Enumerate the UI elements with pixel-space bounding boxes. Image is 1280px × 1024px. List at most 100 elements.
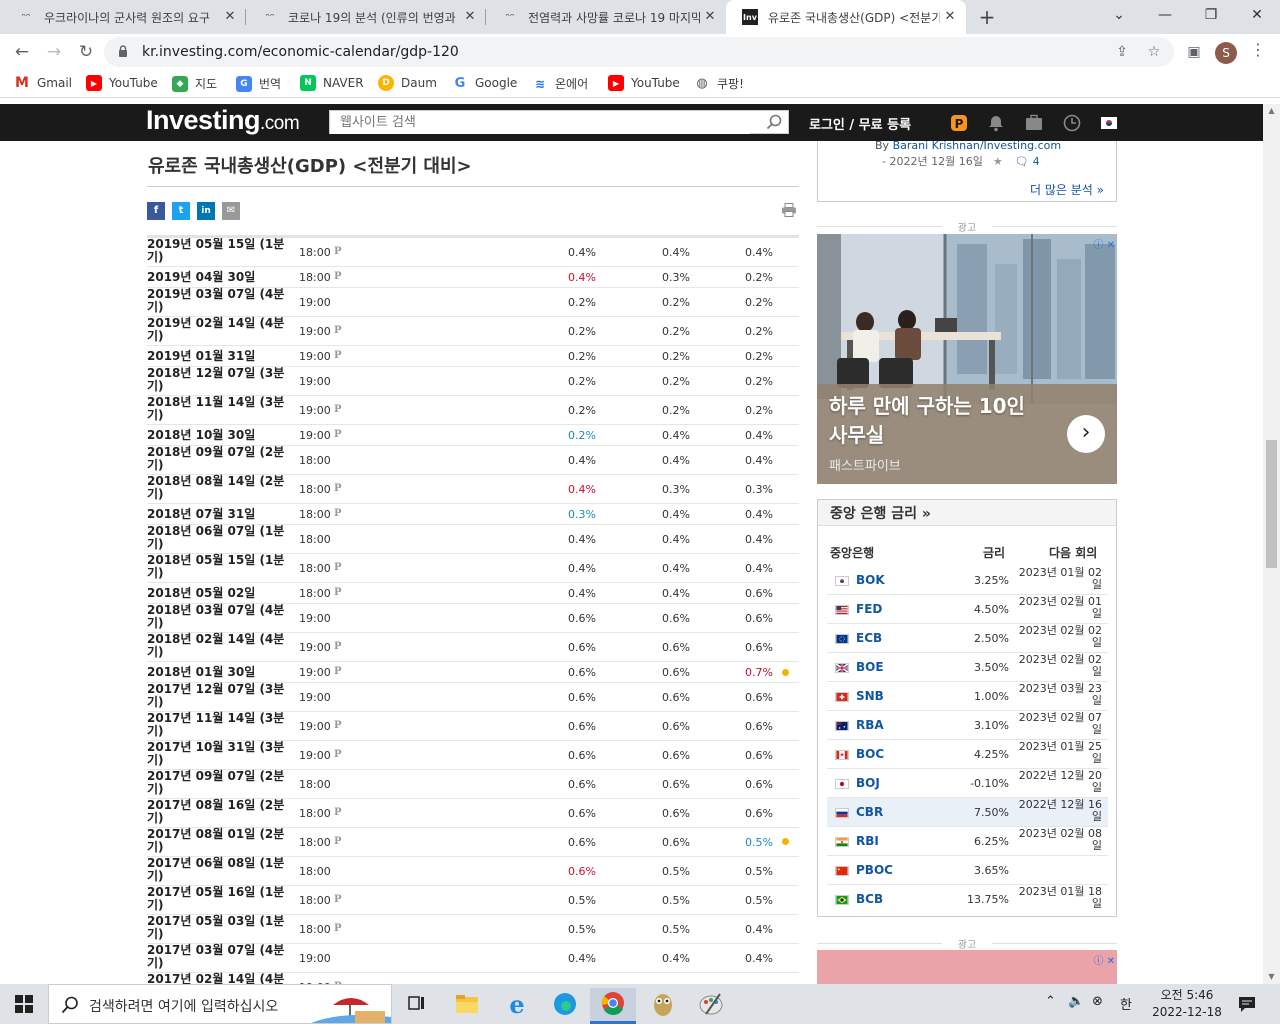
file-explorer-icon[interactable] [444,988,490,1024]
share-icon[interactable]: ⇪ [1112,42,1132,62]
twitter-share-button[interactable]: t [172,202,190,220]
adchoices-info-icon[interactable]: ⓘ ✕ [1087,236,1115,251]
bookmark-google[interactable]: G Google [452,75,518,91]
forward-arrow-icon[interactable]: → [42,40,66,64]
bookmark-gmail[interactable]: M Gmail [14,75,72,91]
central-bank-row[interactable]: SNB 1.00% 2023년 03월 23일 [827,682,1108,711]
central-bank-title[interactable]: 중앙 은행 금리 » [818,500,1116,526]
print-icon[interactable] [781,203,797,217]
scrollbar-thumb[interactable] [1266,440,1277,568]
facebook-share-button[interactable]: f [147,202,165,220]
taskbar-clock[interactable]: 오전 5:46 2022-12-18 [1150,987,1224,1021]
central-bank-name[interactable]: FED [856,602,882,616]
portfolio-briefcase-icon[interactable] [1025,114,1043,132]
login-register-link[interactable]: 로그인 / 무료 등록 [809,114,911,133]
pro-icon[interactable]: P [950,114,968,132]
central-bank-name[interactable]: ECB [856,631,882,645]
central-bank-name[interactable]: BOJ [856,776,880,790]
taskbar-search-box[interactable]: 검색하려면 여기에 입력하십시오 [48,984,392,1024]
ime-indicator[interactable]: 한 [1120,994,1132,1013]
central-bank-row[interactable]: BOC 4.25% 2023년 01월 25일 [827,740,1108,769]
edge-icon[interactable] [542,988,588,1024]
tab-search-chevron-icon[interactable]: ⌄ [1096,0,1142,34]
revision-dot-icon[interactable] [782,669,789,676]
bookmark-onair[interactable]: ≋ 온에어 [532,75,588,92]
new-tab-button[interactable]: + [976,7,998,29]
profile-avatar[interactable]: S [1215,42,1237,64]
task-view-icon[interactable] [394,988,440,1024]
page-scrollbar[interactable]: ▲ ▼ [1263,104,1280,984]
bookmark-daum[interactable]: D Daum [378,75,437,91]
bookmark-maps[interactable]: ◆ 지도 [172,75,217,92]
central-bank-name[interactable]: PBOC [856,863,893,877]
scroll-down-arrow-icon[interactable]: ▼ [1263,970,1280,984]
korea-flag-icon[interactable] [1100,114,1118,132]
scroll-up-arrow-icon[interactable]: ▲ [1263,104,1280,118]
reload-icon[interactable]: ↻ [74,40,98,64]
search-icon[interactable] [766,114,782,130]
star-icon[interactable]: ★ [993,155,1003,168]
comment-count[interactable]: 4 [1033,155,1040,168]
address-bar[interactable]: kr.investing.com/economic-calendar/gdp-1… [104,37,1174,67]
volume-icon[interactable]: 🔈 [1068,994,1084,1009]
bookmark-coupang[interactable]: ◍ 쿠팡! [694,75,744,92]
close-tab-icon[interactable]: ✕ [222,9,238,25]
site-search-box[interactable] [329,110,789,134]
minimize-button[interactable]: — [1142,0,1188,34]
bookmark-youtube-2[interactable]: ▶ YouTube [608,75,680,91]
bookmark-translate[interactable]: G 번역 [236,75,281,92]
central-bank-row[interactable]: ECB 2.50% 2023년 02월 02일 [827,624,1108,653]
bookmark-youtube[interactable]: ▶ YouTube [86,75,158,91]
notifications-icon[interactable] [1238,995,1256,1013]
email-share-button[interactable]: ✉ [222,202,240,220]
article-author-link[interactable]: Barani Krishnan/Investing.com [893,139,1062,152]
central-bank-name[interactable]: BOC [856,747,884,761]
tab-1[interactable]: ᵔᵔ 코로나 19의 분석 (인류의 번영과 ✕ [246,0,486,34]
site-search-input[interactable] [330,111,750,134]
central-bank-row[interactable]: FED 4.50% 2023년 02월 01일 [827,595,1108,624]
central-bank-row[interactable]: RBA 3.10% 2023년 02월 07일 [827,711,1108,740]
tab-3-active[interactable]: Inv 유로존 국내총생산(GDP) <전분기 ✕ [726,0,966,34]
close-tab-icon[interactable]: ✕ [942,9,958,25]
clock-icon[interactable] [1063,114,1081,132]
bookmark-star-icon[interactable]: ☆ [1144,42,1164,62]
comment-icon[interactable]: 🗨 [1015,155,1029,168]
office-advertisement[interactable]: ⓘ ✕ 하루 만에 구하는 10인 사무실 패스트파이브 › [817,234,1117,484]
central-bank-row[interactable]: CBR 7.50% 2022년 12월 16일 [827,798,1108,827]
chrome-icon[interactable] [590,988,636,1024]
ad-next-arrow-icon[interactable]: › [1067,415,1105,453]
central-bank-name[interactable]: RBA [856,718,884,732]
close-tab-icon[interactable]: ✕ [462,9,478,25]
advertisement-2[interactable]: ⓘ ✕ [817,950,1117,984]
tab-0[interactable]: ᵔᵔ 우크라이나의 군사력 원조의 요구 ✕ [2,0,246,34]
central-bank-name[interactable]: BCB [856,892,883,906]
menu-kebab-icon[interactable]: ⋮ [1250,40,1266,59]
central-bank-name[interactable]: SNB [856,689,884,703]
close-tab-icon[interactable]: ✕ [702,9,718,25]
central-bank-row[interactable]: BOJ -0.10% 2022년 12월 20일 [827,769,1108,798]
central-bank-name[interactable]: BOK [856,573,885,587]
central-bank-row[interactable]: PBOC 3.65% [827,856,1108,885]
tray-overflow-chevron-icon[interactable]: ⌃ [1045,994,1056,1009]
central-bank-row[interactable]: BOK 3.25% 2023년 01월 02일 [827,566,1108,595]
linkedin-share-button[interactable]: in [197,202,215,220]
central-bank-name[interactable]: RBI [856,834,879,848]
network-off-icon[interactable]: ⊗ [1092,994,1103,1009]
close-window-button[interactable]: ✕ [1234,0,1280,34]
paint-app-icon[interactable] [688,988,734,1024]
bookmark-naver[interactable]: N NAVER [300,75,364,91]
owl-app-icon[interactable] [640,988,686,1024]
central-bank-row[interactable]: BCB 13.75% 2023년 01월 18일 [827,885,1108,911]
bell-icon[interactable] [987,114,1005,132]
central-bank-name[interactable]: CBR [856,805,883,819]
internet-explorer-icon[interactable]: e [494,988,540,1024]
side-panel-icon[interactable]: ▣ [1182,40,1206,64]
central-bank-row[interactable]: BOE 3.50% 2023년 02월 02일 [827,653,1108,682]
adchoices-info-icon[interactable]: ⓘ ✕ [1087,952,1115,967]
back-arrow-icon[interactable]: ← [10,40,34,64]
restore-button[interactable]: ❐ [1188,0,1234,34]
windows-start-icon[interactable] [15,995,33,1013]
more-analysis-link[interactable]: 더 많은 분석 » [1030,181,1104,198]
central-bank-row[interactable]: RBI 6.25% 2023년 02월 08일 [827,827,1108,856]
tab-2[interactable]: ᵔᵔ 전염력과 사망률 코로나 19 마지막 ✕ [486,0,726,34]
